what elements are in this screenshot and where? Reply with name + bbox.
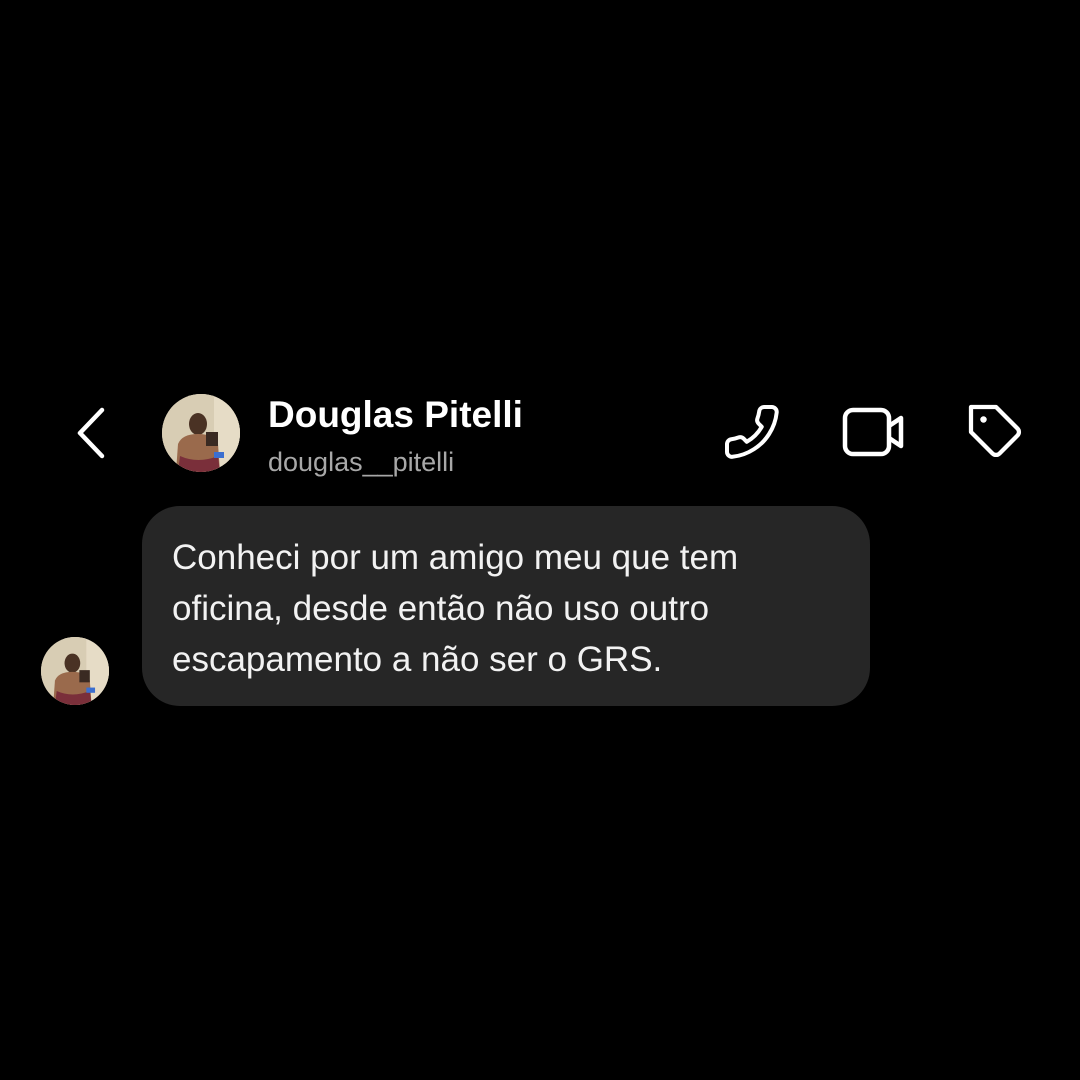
profile-photo [162,394,240,472]
video-camera-icon [842,407,904,457]
message-text: Conheci por um amigo meu que tem oficina… [172,538,739,679]
contact-username: douglas__pitelli [268,447,455,477]
chat-header: Douglas Pitelli douglas__pitelli [0,392,1080,477]
avatar[interactable] [162,394,240,472]
contact-info[interactable]: Douglas Pitelli douglas__pitelli [268,392,523,480]
message-row: Conheci por um amigo meu que tem oficina… [0,506,1080,708]
tag-button[interactable] [962,398,1030,466]
message-bubble[interactable]: Conheci por um amigo meu que tem oficina… [142,506,870,706]
tag-icon [968,404,1021,457]
chevron-left-icon [77,407,105,459]
contact-display-name: Douglas Pitelli [268,394,523,435]
back-button[interactable] [66,404,116,462]
profile-photo [41,637,109,705]
phone-icon [724,405,779,459]
message-sender-avatar[interactable] [41,637,109,705]
call-button[interactable] [718,398,786,466]
video-call-button[interactable] [840,398,908,466]
